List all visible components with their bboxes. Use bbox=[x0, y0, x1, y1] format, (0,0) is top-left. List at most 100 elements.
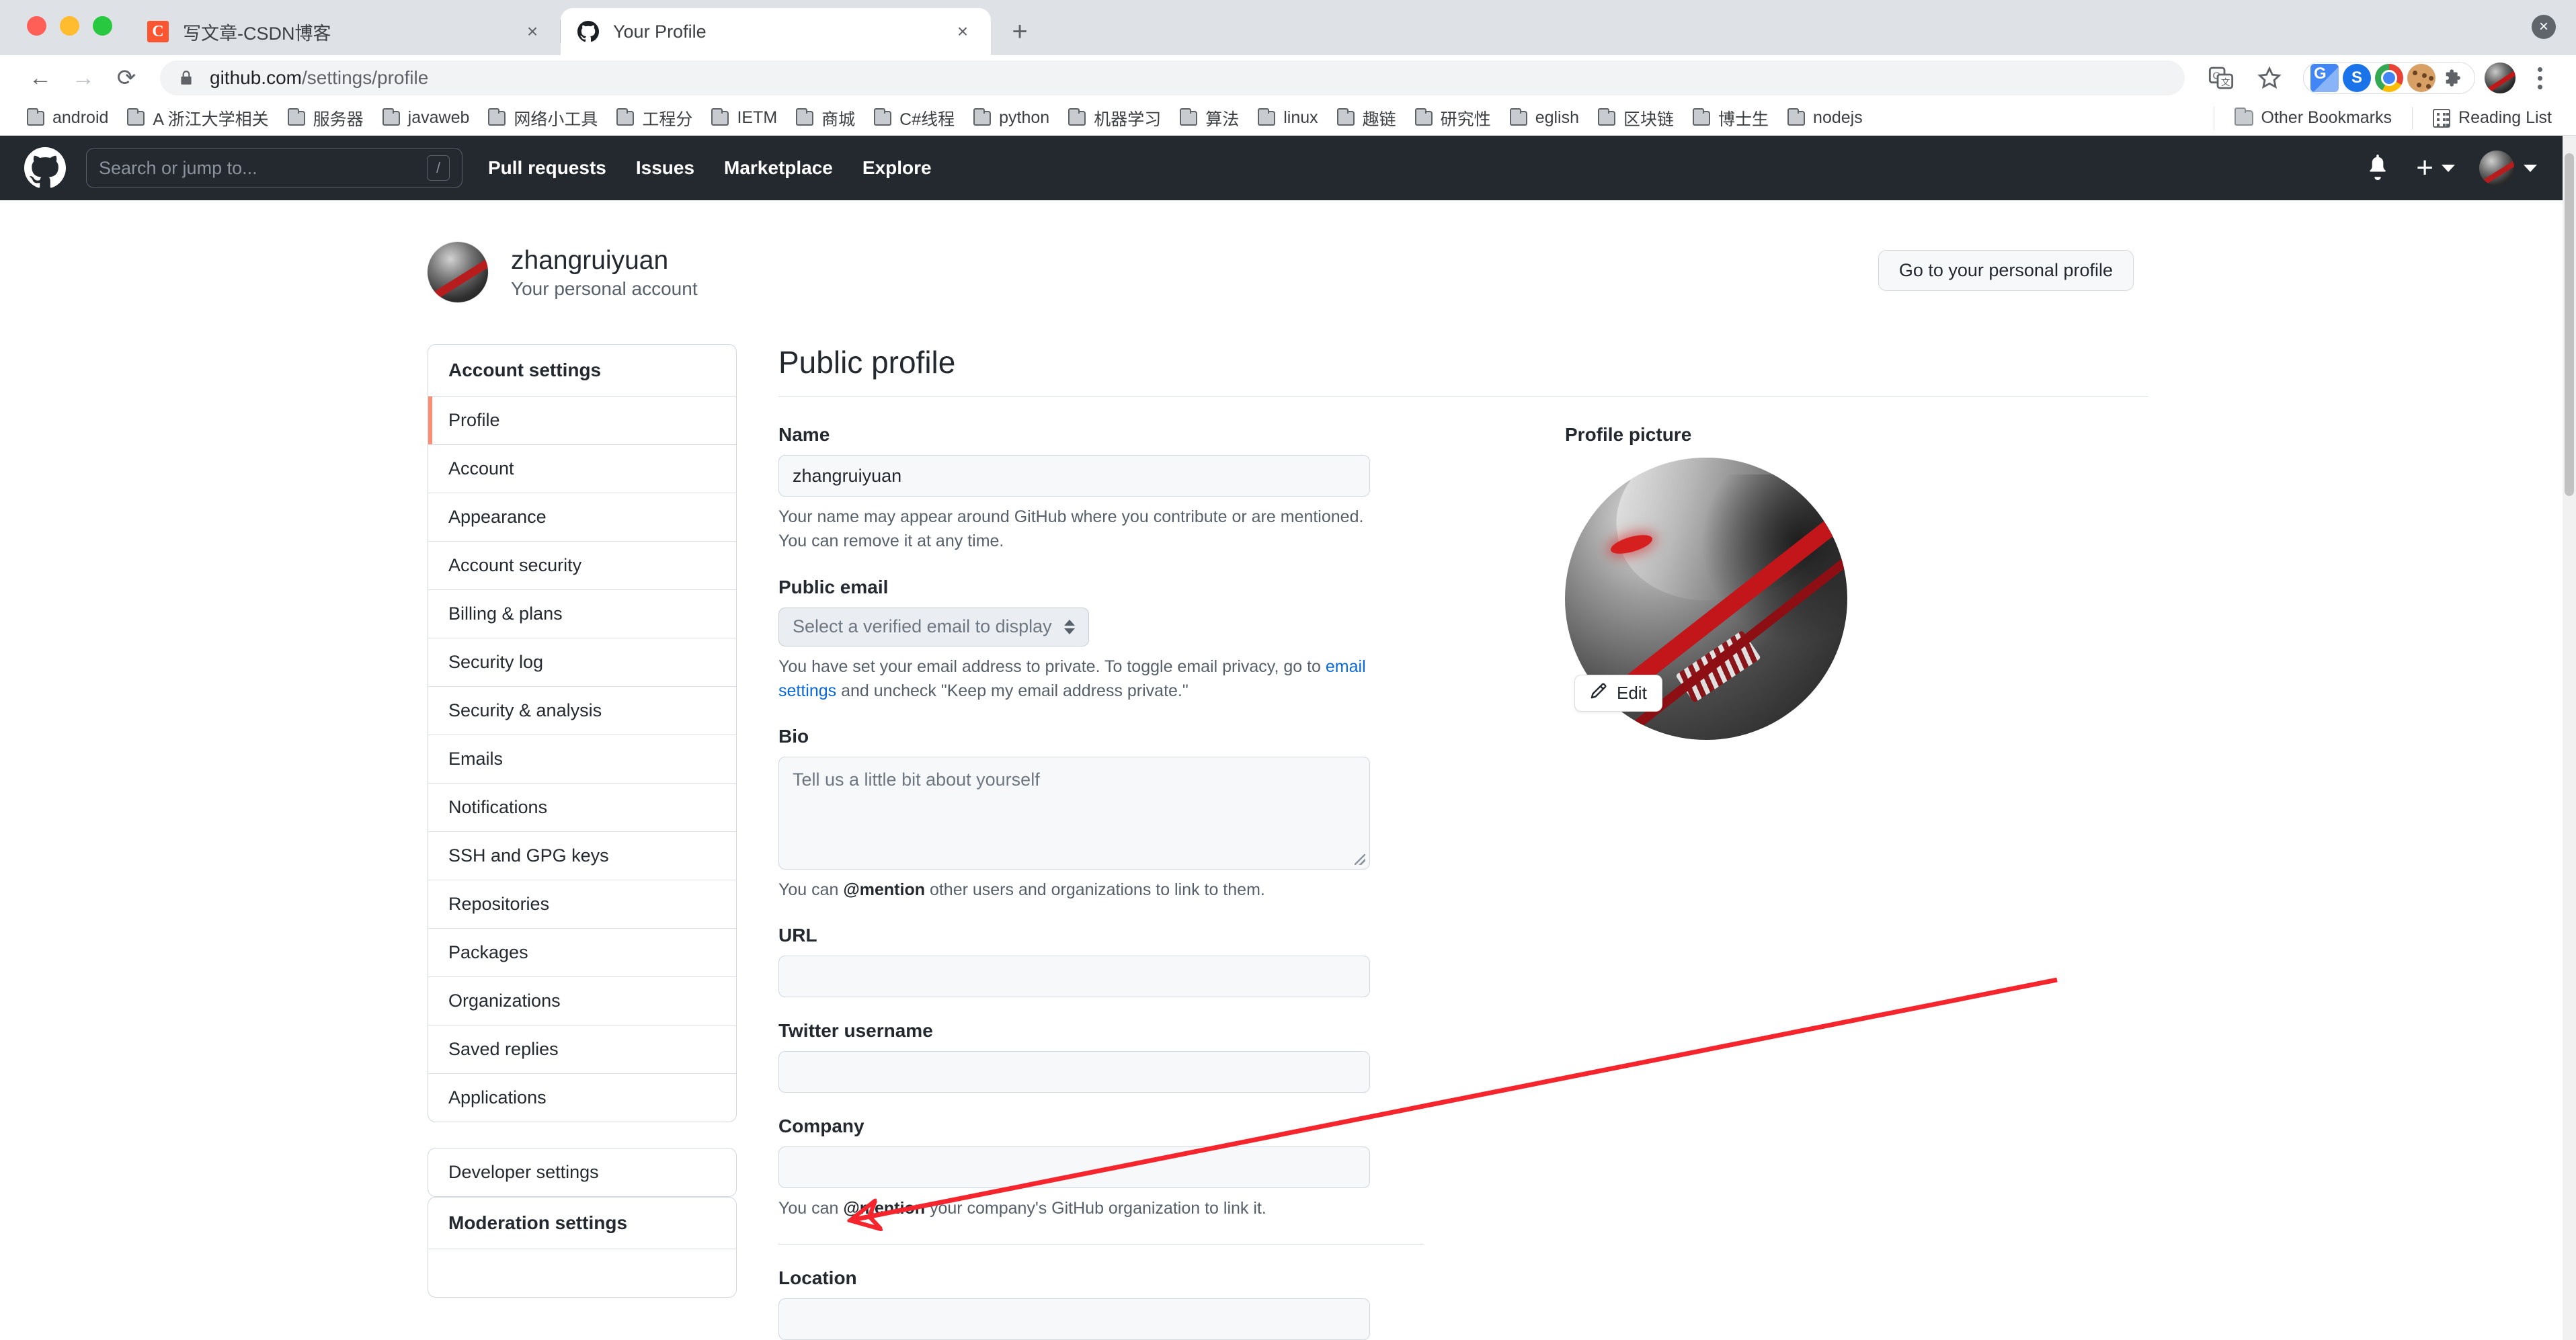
bookmark-item[interactable]: eglish bbox=[1500, 103, 1588, 133]
search-input[interactable]: Search or jump to... / bbox=[86, 148, 462, 188]
profile-form: Name zhangruiyuan Your name may appear a… bbox=[778, 424, 1491, 1340]
back-icon[interactable]: ← bbox=[19, 56, 62, 99]
close-window-button[interactable] bbox=[27, 16, 46, 36]
create-new-button[interactable]: + bbox=[2416, 153, 2455, 183]
page-scrollbar[interactable] bbox=[2563, 136, 2576, 1340]
public-email-select[interactable]: Select a verified email to display bbox=[778, 607, 1089, 646]
sidebar-item-profile[interactable]: Profile bbox=[428, 396, 736, 445]
address-bar[interactable]: github.com/settings/profile bbox=[160, 60, 2185, 95]
github-mark-icon[interactable] bbox=[24, 147, 66, 189]
bio-field-group: Bio Tell us a little bit about yourself … bbox=[778, 726, 1491, 902]
twitter-field-group: Twitter username bbox=[778, 1020, 1491, 1093]
bookmark-item[interactable]: 趣链 bbox=[1328, 103, 1406, 133]
nav-pull-requests[interactable]: Pull requests bbox=[488, 157, 606, 179]
chrome-extension-icon[interactable] bbox=[2375, 64, 2403, 92]
bookmarks-bar-right: Other Bookmarks Reading List bbox=[2203, 103, 2562, 133]
sidebar-item-developer-settings[interactable]: Developer settings bbox=[428, 1148, 737, 1197]
close-icon[interactable]: × bbox=[951, 19, 975, 44]
sidebar-item-repositories[interactable]: Repositories bbox=[428, 880, 736, 929]
tab-csdn[interactable]: C 写文章-CSDN博客 × bbox=[130, 8, 561, 55]
url-label: URL bbox=[778, 925, 817, 946]
folder-icon bbox=[287, 108, 305, 126]
tab-strip: C 写文章-CSDN博客 × Your Profile × + × bbox=[0, 0, 2576, 55]
bookmark-item[interactable]: 商城 bbox=[787, 103, 864, 133]
account-subtitle: Your personal account bbox=[511, 278, 698, 300]
nav-issues[interactable]: Issues bbox=[636, 157, 694, 179]
go-to-personal-profile-button[interactable]: Go to your personal profile bbox=[1878, 250, 2134, 291]
bookmark-item[interactable]: android bbox=[17, 103, 118, 133]
bookmark-item[interactable]: 区块链 bbox=[1588, 103, 1683, 133]
bookmark-label: 区块链 bbox=[1623, 110, 1675, 129]
user-menu[interactable] bbox=[2479, 151, 2537, 185]
sidebar-item-saved-replies[interactable]: Saved replies bbox=[428, 1025, 736, 1074]
folder-icon bbox=[1258, 108, 1276, 126]
bookmark-item[interactable]: linux bbox=[1248, 103, 1327, 133]
sidebar-item-security-analysis[interactable]: Security & analysis bbox=[428, 687, 736, 735]
google-translate-extension-icon[interactable] bbox=[2310, 64, 2339, 92]
bookmark-item[interactable]: nodejs bbox=[1778, 103, 1872, 133]
sidebar-item-notifications[interactable]: Notifications bbox=[428, 784, 736, 832]
sidebar-item-organizations[interactable]: Organizations bbox=[428, 977, 736, 1025]
sidebar-item-emails[interactable]: Emails bbox=[428, 735, 736, 784]
maximize-window-button[interactable] bbox=[93, 16, 112, 36]
close-icon[interactable]: × bbox=[520, 19, 545, 44]
company-input[interactable] bbox=[778, 1146, 1370, 1189]
bookmark-item[interactable]: C#线程 bbox=[864, 103, 964, 133]
profile-picture-wrap: Edit bbox=[1565, 458, 1847, 740]
sidebar-item-ssh-gpg-keys[interactable]: SSH and GPG keys bbox=[428, 832, 736, 880]
bio-textarea[interactable]: Tell us a little bit about yourself bbox=[778, 757, 1370, 870]
window-close-icon[interactable]: × bbox=[2532, 15, 2556, 39]
svg-text:文: 文 bbox=[2221, 77, 2230, 87]
nav-explore[interactable]: Explore bbox=[862, 157, 932, 179]
bookmark-item[interactable]: A 浙江大学相关 bbox=[118, 103, 278, 133]
plus-icon: + bbox=[2416, 151, 2433, 184]
reload-icon[interactable]: ⟳ bbox=[105, 56, 148, 99]
translate-icon[interactable]: G 文 bbox=[2202, 59, 2240, 97]
bookmark-item[interactable]: IETM bbox=[702, 103, 787, 133]
bookmark-item[interactable]: python bbox=[964, 103, 1059, 133]
kebab-menu-icon[interactable] bbox=[2522, 60, 2557, 95]
bookmark-item[interactable]: 工程分 bbox=[607, 103, 702, 133]
bookmark-item[interactable]: 网络小工具 bbox=[479, 103, 607, 133]
sidebar-item-packages[interactable]: Packages bbox=[428, 929, 736, 977]
bookmark-label: javaweb bbox=[407, 108, 470, 127]
other-bookmarks-button[interactable]: Other Bookmarks bbox=[2225, 103, 2402, 133]
moderation-settings-item[interactable] bbox=[428, 1249, 736, 1297]
forward-icon[interactable]: → bbox=[62, 56, 105, 99]
bookmark-star-icon[interactable] bbox=[2251, 59, 2288, 97]
bookmark-item[interactable]: 研究性 bbox=[1406, 103, 1500, 133]
new-tab-button[interactable]: + bbox=[1000, 12, 1039, 51]
sidebar-item-account[interactable]: Account bbox=[428, 445, 736, 493]
sidebar-item-appearance[interactable]: Appearance bbox=[428, 493, 736, 542]
location-input[interactable] bbox=[778, 1298, 1370, 1340]
minimize-window-button[interactable] bbox=[60, 16, 79, 36]
puzzle-extensions-icon[interactable] bbox=[2440, 64, 2468, 92]
bookmark-item[interactable]: 机器学习 bbox=[1059, 103, 1170, 133]
edit-profile-picture-button[interactable]: Edit bbox=[1574, 675, 1662, 712]
resize-handle-icon[interactable] bbox=[1355, 854, 1365, 865]
bookmark-label: 网络小工具 bbox=[514, 110, 598, 129]
name-hint: Your name may appear around GitHub where… bbox=[778, 507, 1364, 551]
sidebar-item-security-log[interactable]: Security log bbox=[428, 638, 736, 687]
bookmark-item[interactable]: 算法 bbox=[1170, 103, 1248, 133]
profile-avatar-icon[interactable] bbox=[2485, 62, 2515, 93]
public-email-field-group: Public email Select a verified email to … bbox=[778, 577, 1491, 704]
bell-icon[interactable] bbox=[2365, 153, 2392, 183]
reading-list-button[interactable]: Reading List bbox=[2423, 103, 2561, 133]
bookmark-item[interactable]: 服务器 bbox=[278, 103, 373, 133]
sidebar-item-applications[interactable]: Applications bbox=[428, 1074, 736, 1122]
sidebar-item-billing-plans[interactable]: Billing & plans bbox=[428, 590, 736, 638]
bookmark-item[interactable]: javaweb bbox=[373, 103, 479, 133]
tab-your-profile[interactable]: Your Profile × bbox=[561, 8, 991, 55]
bookmark-label: 机器学习 bbox=[1094, 110, 1162, 129]
nav-marketplace[interactable]: Marketplace bbox=[724, 157, 833, 179]
twitter-input[interactable] bbox=[778, 1051, 1370, 1093]
bookmark-item[interactable]: 博士生 bbox=[1683, 103, 1778, 133]
scrollbar-thumb[interactable] bbox=[2565, 153, 2574, 496]
url-field-group: URL bbox=[778, 925, 1491, 998]
cookie-extension-icon[interactable] bbox=[2407, 64, 2436, 92]
name-input[interactable]: zhangruiyuan bbox=[778, 455, 1370, 497]
url-input[interactable] bbox=[778, 956, 1370, 998]
sidebar-item-account-security[interactable]: Account security bbox=[428, 542, 736, 590]
s-extension-icon[interactable]: S bbox=[2343, 64, 2371, 92]
